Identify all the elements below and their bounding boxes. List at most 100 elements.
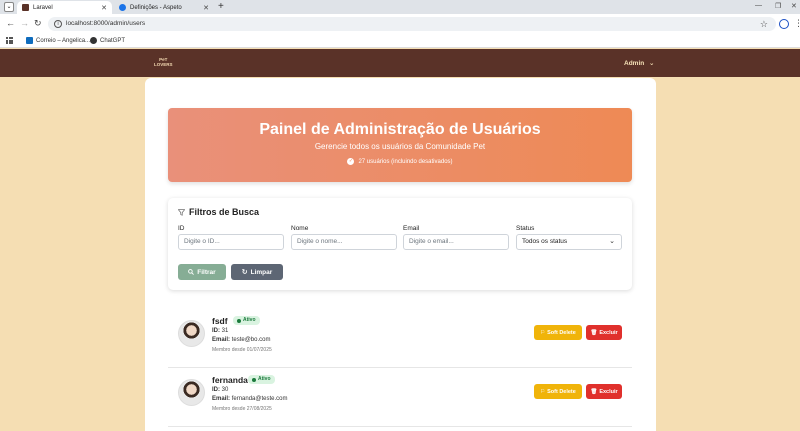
reload-icon[interactable]: ↻ — [34, 18, 42, 29]
page-title: Painel de Administração de Usuários — [259, 121, 541, 138]
soft-delete-button[interactable]: ⚐ Soft Delete — [534, 325, 582, 340]
app-navbar: PeT LOVERS Admin ⌄ — [0, 49, 800, 77]
member-since: Membro desde 01/07/2025 — [212, 347, 272, 353]
admin-dropdown[interactable]: Admin ⌄ — [624, 59, 655, 67]
outlook-icon — [26, 37, 33, 44]
soft-delete-label: Soft Delete — [547, 329, 576, 336]
chatgpt-icon — [90, 37, 97, 44]
check-circle-icon — [252, 377, 256, 382]
tab-label: Definições - Aspeto — [130, 4, 182, 11]
user-email: Email: fernanda@teste.com — [212, 396, 287, 402]
tab-label: Laravel — [33, 4, 53, 11]
avatar — [178, 320, 205, 347]
email-field-label: Email: — [212, 396, 231, 402]
id-field-label: ID: — [212, 387, 220, 393]
bookmarks-bar: Correio – Angelica... ChatGPT — [0, 34, 800, 48]
user-name: fsdf — [212, 316, 228, 326]
user-minus-icon: ⚐ — [540, 388, 546, 395]
refresh-icon: ↻ — [241, 269, 248, 276]
user-email-value: teste@bo.com — [231, 337, 271, 343]
tab-definicoes[interactable]: Definições - Aspeto ✕ — [114, 1, 214, 14]
maximize-icon[interactable]: ❐ — [775, 2, 781, 10]
id-field-label: ID: — [212, 328, 220, 334]
status-badge: Ativo — [233, 316, 260, 325]
browser-menu-icon[interactable]: ⋮ — [794, 18, 800, 29]
url-text: localhost:8000/admin/users — [66, 20, 146, 27]
site-logo[interactable]: PeT LOVERS — [154, 57, 173, 67]
filter-button[interactable]: Filtrar — [178, 264, 226, 280]
settings-favicon-icon — [119, 4, 126, 11]
clear-button-label: Limpar — [250, 268, 273, 276]
filter-icon — [178, 208, 185, 216]
status-badge-text: Ativo — [243, 317, 256, 323]
clear-button[interactable]: ↻ Limpar — [231, 264, 283, 280]
user-count-text: 27 usuários (incluindo desativados) — [358, 158, 453, 165]
user-email: Email: teste@bo.com — [212, 337, 270, 343]
close-tab-icon[interactable]: ✕ — [203, 4, 209, 12]
minimize-icon[interactable]: — — [755, 2, 762, 9]
logo-line-2: LOVERS — [154, 62, 173, 67]
filters-heading: Filtros de Busca — [178, 207, 259, 217]
status-select-value: Todos os status — [522, 238, 568, 245]
bookmark-outlook[interactable]: Correio – Angelica... — [26, 37, 90, 44]
check-circle-icon — [237, 318, 241, 323]
name-label: Nome — [291, 225, 309, 232]
avatar — [178, 379, 205, 406]
id-input[interactable]: Digite o ID... — [178, 234, 284, 250]
chevron-down-icon: ⌄ — [609, 238, 615, 245]
delete-label: Excluir — [599, 329, 618, 336]
trash-icon: 🗑 — [590, 329, 598, 336]
laravel-favicon-icon — [22, 4, 29, 11]
email-field-label: Email: — [212, 337, 231, 343]
filters-panel: Filtros de Busca ID Digite o ID... Nome … — [168, 198, 632, 290]
user-minus-icon: ⚐ — [540, 329, 546, 336]
page-subtitle: Gerencie todos os usuários da Comunidade… — [314, 142, 486, 151]
name-input[interactable]: Digite o nome... — [291, 234, 397, 250]
check-circle-icon: ✓ — [347, 158, 355, 165]
window-close-icon[interactable]: ✕ — [791, 2, 797, 10]
member-since: Membro desde 27/08/2025 — [212, 406, 272, 412]
user-name: fernanda — [212, 375, 248, 385]
filter-button-label: Filtrar — [197, 268, 216, 276]
site-info-icon[interactable]: i — [54, 20, 62, 28]
new-tab-icon[interactable]: + — [218, 1, 224, 12]
url-field[interactable]: i localhost:8000/admin/users ☆ — [48, 17, 776, 31]
status-select[interactable]: Todos os status ⌄ — [516, 234, 622, 250]
user-row: fernanda Ativo ID: 30 Email: fernanda@te… — [168, 369, 632, 427]
bookmark-label: ChatGPT — [100, 37, 126, 44]
chevron-down-icon: ⌄ — [649, 60, 655, 67]
tab-laravel[interactable]: Laravel ✕ — [17, 1, 112, 14]
user-id: ID: 31 — [212, 328, 228, 334]
apps-grid-icon[interactable] — [6, 37, 13, 44]
soft-delete-button[interactable]: ⚐ Soft Delete — [534, 384, 582, 399]
search-icon — [188, 269, 195, 275]
user-row: fsdf Ativo ID: 31 Email: teste@bo.com Me… — [168, 310, 632, 368]
profile-icon[interactable] — [779, 19, 789, 29]
status-label: Status — [516, 225, 535, 232]
delete-label: Excluir — [599, 388, 618, 395]
back-icon[interactable]: ← — [6, 18, 15, 28]
user-email-value: fernanda@teste.com — [231, 396, 288, 402]
forward-icon[interactable]: → — [20, 18, 29, 28]
admin-label: Admin — [624, 60, 645, 67]
email-label: Email — [403, 225, 420, 232]
close-tab-icon[interactable]: ✕ — [101, 4, 107, 12]
bookmark-chatgpt[interactable]: ChatGPT — [90, 37, 125, 44]
tab-search-icon[interactable]: ⌄ — [4, 2, 14, 12]
user-id-value: 31 — [221, 328, 229, 334]
bookmark-star-icon[interactable]: ☆ — [760, 17, 768, 31]
soft-delete-label: Soft Delete — [547, 388, 576, 395]
status-badge-text: Ativo — [258, 376, 271, 382]
delete-button[interactable]: 🗑 Excluir — [586, 325, 622, 340]
main-content-card: Painel de Administração de Usuários Gere… — [145, 78, 656, 431]
email-input[interactable]: Digite o email... — [403, 234, 509, 250]
id-label: ID — [178, 225, 185, 232]
delete-button[interactable]: 🗑 Excluir — [586, 384, 622, 399]
browser-tab-bar: ⌄ Laravel ✕ Definições - Aspeto ✕ + — ❐ … — [0, 0, 800, 14]
admin-hero-banner: Painel de Administração de Usuários Gere… — [168, 108, 632, 182]
filters-heading-text: Filtros de Busca — [189, 207, 260, 217]
bookmark-label: Correio – Angelica... — [36, 37, 91, 44]
status-badge: Ativo — [248, 375, 275, 384]
user-id: ID: 30 — [212, 387, 228, 393]
user-id-value: 30 — [221, 387, 229, 393]
